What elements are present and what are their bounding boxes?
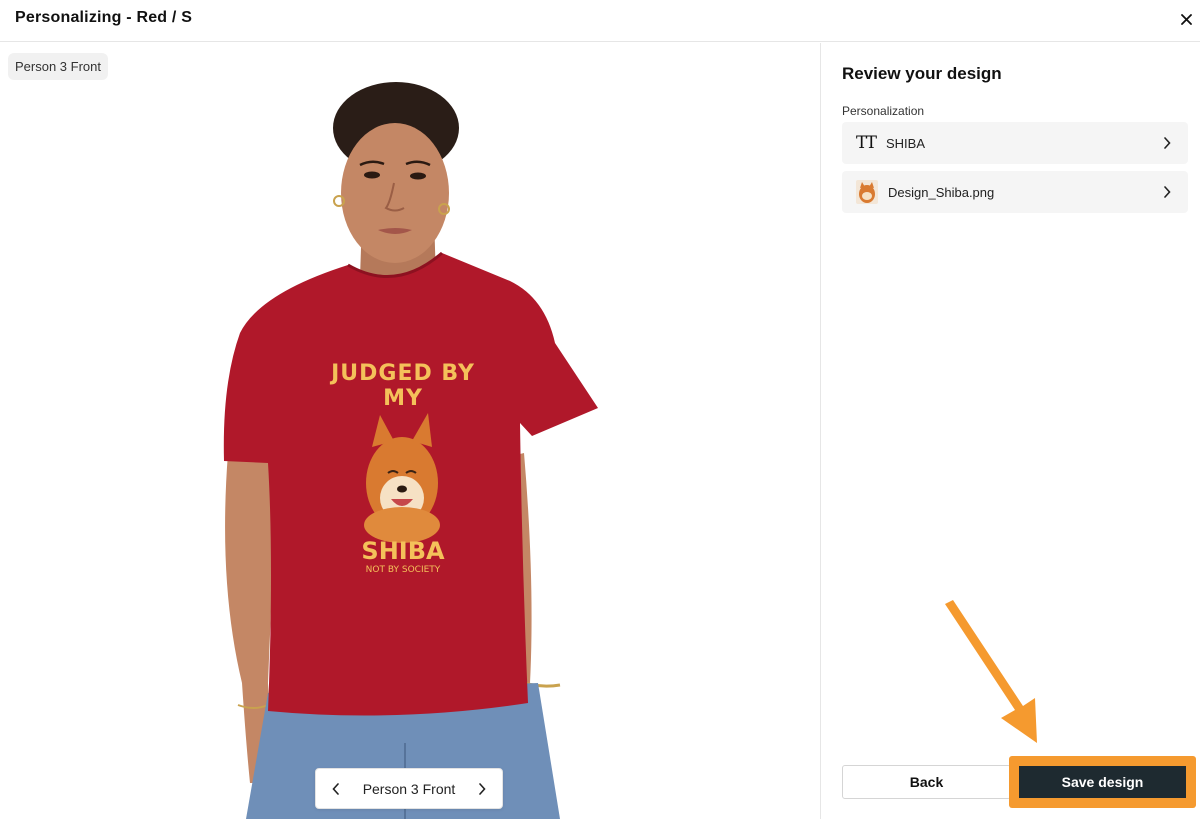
image-thumbnail [856,180,878,204]
back-button[interactable]: Back [842,765,1011,799]
section-label: Personalization [842,104,925,118]
chevron-right-icon [479,782,486,795]
view-switcher: Person 3 Front [315,768,503,809]
chevron-right-icon [1160,185,1174,199]
personalization-item-text[interactable]: TT SHIBA [842,122,1188,164]
print-big-word: SHIBA [361,537,445,565]
chevron-left-icon [332,782,339,795]
save-design-button[interactable]: Save design [1019,766,1186,798]
close-button[interactable] [1175,8,1197,30]
view-tag: Person 3 Front [8,53,108,80]
view-switcher-label: Person 3 Front [362,780,456,797]
print-headline: JUDGED BY MY [331,361,475,411]
modal-header: Personalizing - Red / S [0,0,1200,42]
personalization-item-image[interactable]: Design_Shiba.png [842,171,1188,213]
personalization-item-label: SHIBA [886,135,926,151]
chevron-right-icon [1160,136,1174,150]
prev-view-button[interactable] [328,781,344,797]
product-preview: JUDGED BY MY SHIBA NOT BY SOCIETY Person… [0,43,820,819]
orange-arrow-annotation [945,600,1037,743]
modal-title: Personalizing - Red / S [15,9,193,26]
text-type-icon: TT [856,133,877,153]
review-panel: Review your design Personalization TT SH… [821,43,1200,819]
close-icon [1180,13,1192,25]
tshirt-mockup-image: JUDGED BY MY SHIBA NOT BY SOCIETY [150,43,670,819]
panel-title: Review your design [842,64,1002,83]
print-tagline: NOT BY SOCIETY [365,565,441,575]
personalization-item-label: Design_Shiba.png [888,184,995,200]
next-view-button[interactable] [474,781,490,797]
